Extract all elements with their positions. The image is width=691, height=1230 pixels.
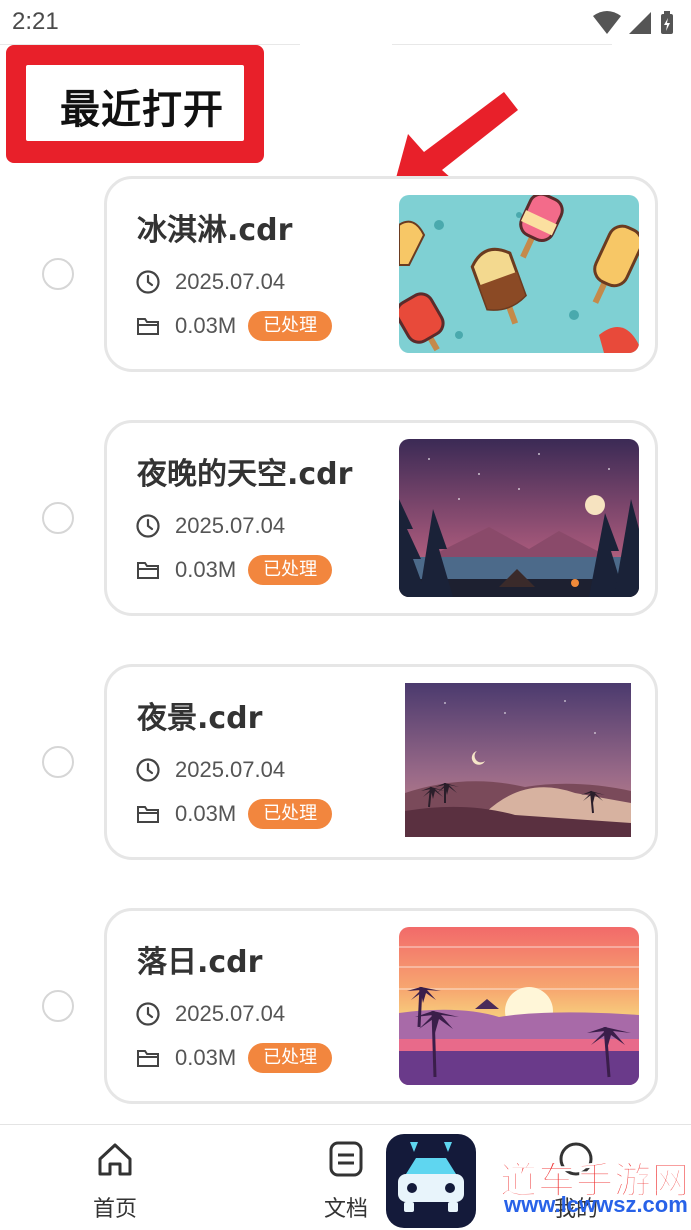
row-select-radio[interactable] <box>42 990 74 1022</box>
row-select-radio[interactable] <box>42 502 74 534</box>
file-name: 落日.cdr <box>137 945 263 980</box>
folder-icon <box>137 318 159 335</box>
file-size: 0.03M <box>175 1045 237 1070</box>
car-icon <box>398 1142 464 1212</box>
file-date: 2025.07.04 <box>175 757 286 782</box>
title-panel: 最近打开 <box>26 65 244 141</box>
file-thumbnail <box>399 927 639 1085</box>
row-select-radio[interactable] <box>42 746 74 778</box>
document-icon <box>329 1141 363 1177</box>
file-size: 0.03M <box>175 313 237 338</box>
file-thumbnail <box>399 195 639 353</box>
file-date-row: 2025.07.04 <box>135 511 285 541</box>
file-name: 夜景.cdr <box>137 701 263 736</box>
nav-label: 首页 <box>92 1197 137 1222</box>
file-card[interactable]: 夜晚的天空.cdr 2025.07.04 0.03M 已处理 <box>104 420 658 616</box>
folder-icon <box>137 1050 159 1067</box>
status-badge: 已处理 <box>248 799 333 829</box>
file-thumbnail <box>405 683 631 841</box>
status-bar: 2:21 <box>0 0 691 48</box>
divider <box>392 44 612 45</box>
file-size-row: 0.03M 已处理 <box>135 1043 333 1073</box>
file-date-row: 2025.07.04 <box>135 999 285 1029</box>
file-card[interactable]: 冰淇淋.cdr 2025.07.04 0.03M 已处理 <box>104 176 658 372</box>
file-date-row: 2025.07.04 <box>135 755 285 785</box>
file-name: 冰淇淋.cdr <box>137 213 293 248</box>
clock-icon <box>136 1002 160 1026</box>
clock-icon <box>136 514 160 538</box>
night-camp-image <box>399 439 639 597</box>
nav-item-home[interactable]: 首页 <box>55 1125 175 1230</box>
wifi-icon <box>593 11 621 34</box>
file-card[interactable]: 落日.cdr 2025.07.04 0.03M 已处理 <box>104 908 658 1104</box>
file-size-row: 0.03M 已处理 <box>135 311 333 341</box>
file-card[interactable]: 夜景.cdr 2025.07.04 0.03M 已处理 <box>104 664 658 860</box>
file-date: 2025.07.04 <box>175 513 286 538</box>
file-size: 0.03M <box>175 557 237 582</box>
folder-icon <box>137 562 159 579</box>
status-badge: 已处理 <box>248 311 333 341</box>
clock-icon <box>136 270 160 294</box>
file-date: 2025.07.04 <box>175 1001 286 1026</box>
file-size-row: 0.03M 已处理 <box>135 555 333 585</box>
status-badge: 已处理 <box>248 555 333 585</box>
row-select-radio[interactable] <box>42 258 74 290</box>
file-size-row: 0.03M 已处理 <box>135 799 333 829</box>
status-badge: 已处理 <box>248 1043 333 1073</box>
battery-icon <box>661 11 673 34</box>
folder-icon <box>137 806 159 823</box>
status-time: 2:21 <box>12 8 59 35</box>
status-icons <box>593 11 673 34</box>
watermark-logo <box>386 1134 476 1228</box>
signal-icon <box>629 12 651 34</box>
tropical-sunset-image <box>399 927 639 1085</box>
file-size: 0.03M <box>175 801 237 826</box>
file-thumbnail <box>399 439 639 597</box>
desert-night-image <box>405 683 631 837</box>
file-name: 夜晚的天空.cdr <box>137 457 353 492</box>
clock-icon <box>136 758 160 782</box>
title-highlight-box: 最近打开 <box>6 45 264 163</box>
watermark-url: www.lcwwsz.com <box>504 1192 688 1217</box>
page-title: 最近打开 <box>60 87 224 133</box>
file-date-row: 2025.07.04 <box>135 267 285 297</box>
popsicles-image <box>399 195 639 353</box>
file-date: 2025.07.04 <box>175 269 286 294</box>
home-icon <box>98 1143 132 1176</box>
